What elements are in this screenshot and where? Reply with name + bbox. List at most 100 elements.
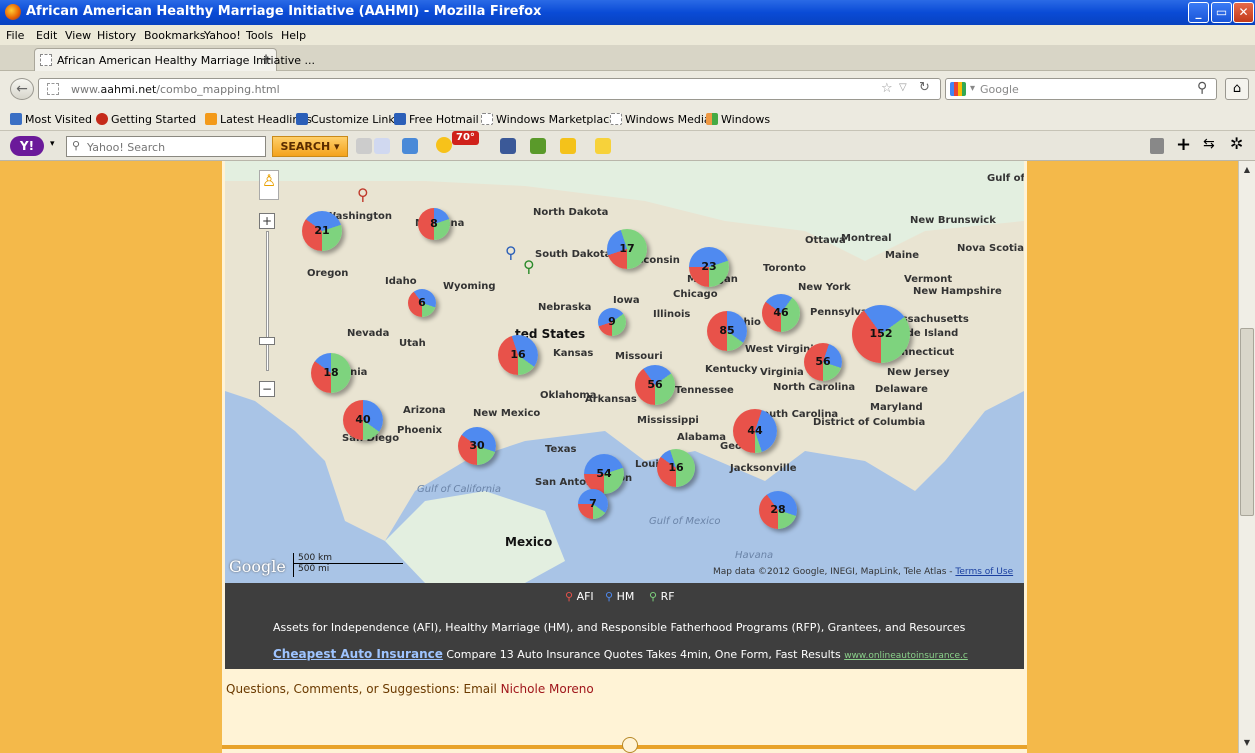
contact-email-link[interactable]: Nichole Moreno bbox=[501, 682, 594, 696]
search-go-icon[interactable]: ⚲ bbox=[1197, 80, 1207, 96]
cluster-pie-chart[interactable]: 7 bbox=[578, 489, 608, 519]
ad-text: Compare 13 Auto Insurance Quotes Takes 4… bbox=[446, 648, 841, 661]
cluster-count-label: 16 bbox=[668, 461, 684, 474]
street-view-pegman-icon[interactable]: ♙ bbox=[259, 170, 279, 200]
bookmark-windows-media[interactable]: Windows Media bbox=[610, 113, 711, 126]
cluster-pie-chart[interactable]: 28 bbox=[759, 491, 797, 529]
map-canvas[interactable]: ♙ + − WashingtonMontanaNorth DakotaSouth… bbox=[225, 161, 1024, 583]
legend-hm: ⚲ HM bbox=[605, 590, 635, 603]
new-tab-button[interactable]: + bbox=[256, 51, 276, 69]
scroll-up-arrow-icon[interactable]: ▲ bbox=[1240, 163, 1254, 177]
yahoo-search-button[interactable]: SEARCH ▾ bbox=[272, 136, 348, 157]
weather-icon[interactable] bbox=[436, 137, 452, 153]
ad-url[interactable]: www.onlineautoinsurance.c bbox=[844, 651, 968, 661]
site-identity-icon bbox=[47, 83, 59, 95]
menu-bookmarks[interactable]: Bookmarks bbox=[144, 29, 205, 42]
menu-file[interactable]: File bbox=[6, 29, 24, 42]
google-logo[interactable]: Google bbox=[229, 557, 286, 576]
yahoo-dropdown-icon[interactable]: ▾ bbox=[50, 139, 55, 149]
cluster-pie-chart[interactable]: 23 bbox=[689, 247, 729, 287]
map-label: Gulf of California bbox=[417, 484, 502, 495]
cluster-pie-chart[interactable]: 54 bbox=[584, 454, 624, 494]
add-icon[interactable]: + bbox=[1176, 134, 1191, 155]
bookmark-windows[interactable]: Windows bbox=[706, 113, 770, 126]
hm-marker-icon[interactable]: ⚲ bbox=[505, 243, 517, 262]
bookmarks-toolbar: Most Visited Getting Started Latest Head… bbox=[0, 107, 1255, 131]
cluster-pie-chart[interactable]: 9 bbox=[598, 308, 626, 336]
cluster-count-label: 23 bbox=[701, 260, 717, 273]
cluster-pie-chart[interactable]: 21 bbox=[302, 211, 342, 251]
cluster-pie-chart[interactable]: 17 bbox=[607, 229, 647, 269]
url-bar[interactable]: www.aahmi.net/combo_mapping.html ☆ ▽ ↻ bbox=[38, 78, 941, 100]
cluster-pie-chart[interactable]: 8 bbox=[418, 208, 450, 240]
yahoo-logo-icon[interactable]: Y! bbox=[10, 136, 44, 156]
bookmark-free-hotmail[interactable]: Free Hotmail bbox=[394, 113, 479, 126]
map-label: Nebraska bbox=[538, 302, 592, 313]
bookmark-most-visited[interactable]: Most Visited bbox=[10, 113, 92, 126]
bookmark-windows-marketplace[interactable]: Windows Marketplace bbox=[481, 113, 616, 126]
cluster-count-label: 40 bbox=[355, 413, 371, 426]
cluster-pie-chart[interactable]: 46 bbox=[762, 294, 800, 332]
bookmark-tool-icon[interactable] bbox=[374, 138, 390, 154]
close-button[interactable]: ✕ bbox=[1233, 2, 1254, 23]
yahoo-search-box[interactable]: ⚲ bbox=[66, 136, 266, 157]
back-button[interactable]: ← bbox=[10, 78, 34, 100]
zoom-slider-track[interactable] bbox=[266, 231, 269, 371]
cluster-pie-chart[interactable]: 56 bbox=[804, 343, 842, 381]
map-label: Ottawa bbox=[805, 235, 846, 246]
map-label: Gulf of St Lawrence bbox=[987, 173, 1024, 184]
scroll-thumb[interactable] bbox=[1240, 328, 1254, 516]
yahoo-search-input[interactable] bbox=[87, 138, 257, 156]
map-label: Phoenix bbox=[397, 425, 443, 436]
cluster-pie-chart[interactable]: 56 bbox=[635, 365, 675, 405]
map-label: Arizona bbox=[403, 405, 446, 416]
menu-view[interactable]: View bbox=[65, 29, 91, 42]
cluster-pie-chart[interactable]: 16 bbox=[498, 335, 538, 375]
cluster-pie-chart[interactable]: 30 bbox=[458, 427, 496, 465]
afi-marker-icon[interactable]: ⚲ bbox=[357, 185, 369, 204]
cluster-count-label: 7 bbox=[589, 497, 597, 510]
maximize-button[interactable]: ▭ bbox=[1211, 2, 1232, 23]
swap-icon[interactable]: ⇆ bbox=[1203, 136, 1215, 152]
tab-active[interactable]: African American Healthy Marriage Initia… bbox=[34, 48, 315, 71]
menu-help[interactable]: Help bbox=[281, 29, 306, 42]
notes-icon[interactable] bbox=[595, 138, 611, 154]
ebay-icon[interactable] bbox=[560, 138, 576, 154]
menu-yahoo[interactable]: Yahoo! bbox=[204, 29, 241, 42]
ad-link[interactable]: Cheapest Auto Insurance bbox=[273, 647, 443, 661]
cluster-pie-chart[interactable]: 40 bbox=[343, 400, 383, 440]
zoom-in-button[interactable]: + bbox=[259, 213, 275, 229]
rf-marker-icon[interactable]: ⚲ bbox=[523, 257, 535, 276]
map-label: North Carolina bbox=[773, 382, 856, 393]
zoom-out-button[interactable]: − bbox=[259, 381, 275, 397]
cluster-pie-chart[interactable]: 44 bbox=[733, 409, 777, 453]
dropdown-icon[interactable]: ▽ bbox=[899, 82, 907, 93]
reload-icon[interactable]: ↻ bbox=[919, 80, 930, 95]
bookmark-customize-links[interactable]: Customize Links bbox=[296, 113, 401, 126]
menu-tools[interactable]: Tools bbox=[246, 29, 273, 42]
menu-history[interactable]: History bbox=[97, 29, 136, 42]
map-label: Iowa bbox=[613, 295, 640, 306]
gear-icon[interactable]: ✲ bbox=[1230, 134, 1243, 153]
bookmark-getting-started[interactable]: Getting Started bbox=[96, 113, 196, 126]
legend-afi: ⚲ AFI bbox=[565, 590, 594, 603]
mail-icon[interactable] bbox=[402, 138, 418, 154]
facebook-icon[interactable] bbox=[500, 138, 516, 154]
cluster-pie-chart[interactable]: 6 bbox=[408, 289, 436, 317]
search-dropdown-icon[interactable]: ▾ bbox=[970, 83, 975, 94]
menu-edit[interactable]: Edit bbox=[36, 29, 57, 42]
cluster-pie-chart[interactable]: 16 bbox=[657, 449, 695, 487]
games-icon[interactable] bbox=[530, 138, 546, 154]
cluster-pie-chart[interactable]: 18 bbox=[311, 353, 351, 393]
toolbar-menu-icon[interactable] bbox=[1150, 138, 1164, 154]
home-icon[interactable]: ⌂ bbox=[1225, 78, 1249, 100]
scroll-down-arrow-icon[interactable]: ▼ bbox=[1240, 736, 1254, 750]
cluster-pie-chart[interactable]: 85 bbox=[707, 311, 747, 351]
terms-of-use-link[interactable]: Terms of Use bbox=[955, 567, 1013, 577]
map-label: Vermont bbox=[904, 274, 953, 285]
search-engine-box[interactable]: ▾ Google bbox=[945, 78, 1217, 100]
cluster-pie-chart[interactable]: 152 bbox=[852, 305, 910, 363]
zoom-slider-handle[interactable] bbox=[259, 337, 275, 345]
minimize-button[interactable]: _ bbox=[1188, 2, 1209, 23]
bookmark-star-icon[interactable]: ☆ bbox=[881, 81, 893, 96]
